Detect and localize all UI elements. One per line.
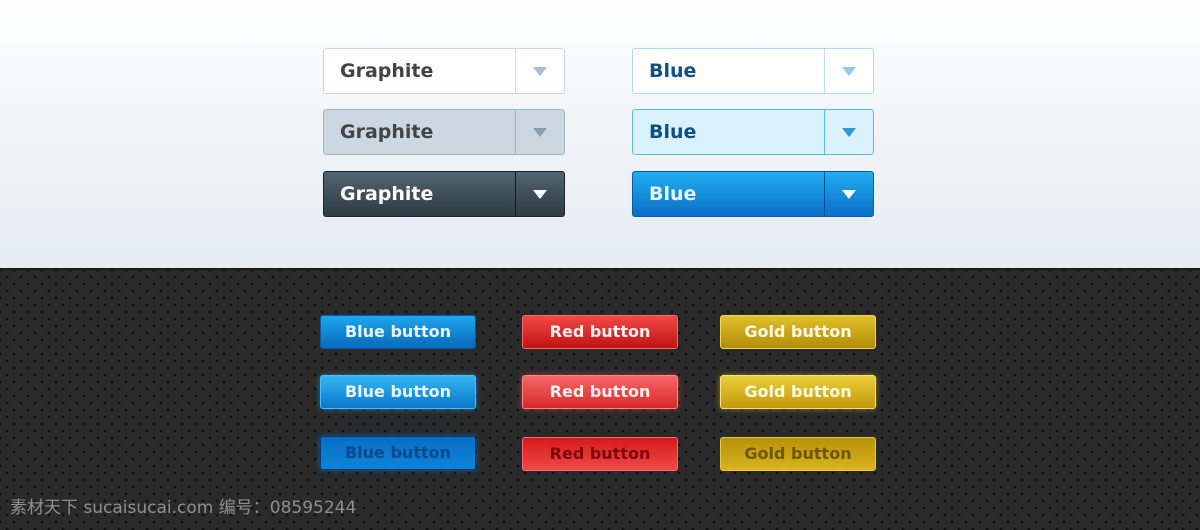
gold-button-pressed[interactable]: Gold button [720,437,876,471]
blue-button-hover[interactable]: Blue button [320,375,476,409]
dropdown-toggle[interactable] [515,110,564,154]
select-label: Blue [649,60,697,82]
blue-select-active[interactable]: Blue [632,171,874,217]
graphite-select-hover[interactable]: Graphite [323,109,565,155]
gold-button-hover[interactable]: Gold button [720,375,876,409]
chevron-down-icon [533,127,547,137]
select-label: Blue [649,121,697,143]
light-panel: Graphite Graphite Graphite Blue Blue Blu… [0,0,1200,268]
dropdown-toggle[interactable] [515,49,564,93]
chevron-down-icon [842,127,856,137]
dropdown-toggle[interactable] [515,172,564,216]
red-button-normal[interactable]: Red button [522,315,678,349]
select-label: Graphite [340,121,434,143]
blue-button-normal[interactable]: Blue button [320,315,476,349]
graphite-select-normal[interactable]: Graphite [323,48,565,94]
blue-button-pressed[interactable]: Blue button [320,436,476,470]
chevron-down-icon [842,66,856,76]
chevron-down-icon [533,189,547,199]
chevron-down-icon [842,189,856,199]
blue-select-normal[interactable]: Blue [632,48,874,94]
blue-select-hover[interactable]: Blue [632,109,874,155]
red-button-hover[interactable]: Red button [522,375,678,409]
select-label: Graphite [340,60,434,82]
dropdown-toggle[interactable] [824,49,873,93]
dropdown-toggle[interactable] [824,172,873,216]
graphite-select-active[interactable]: Graphite [323,171,565,217]
select-label: Blue [649,183,697,205]
gold-button-normal[interactable]: Gold button [720,315,876,349]
select-label: Graphite [340,183,434,205]
dropdown-toggle[interactable] [824,110,873,154]
red-button-pressed[interactable]: Red button [522,437,678,471]
watermark-text: 素材天下 sucaisucai.com 编号：08595244 [10,498,357,518]
chevron-down-icon [533,66,547,76]
